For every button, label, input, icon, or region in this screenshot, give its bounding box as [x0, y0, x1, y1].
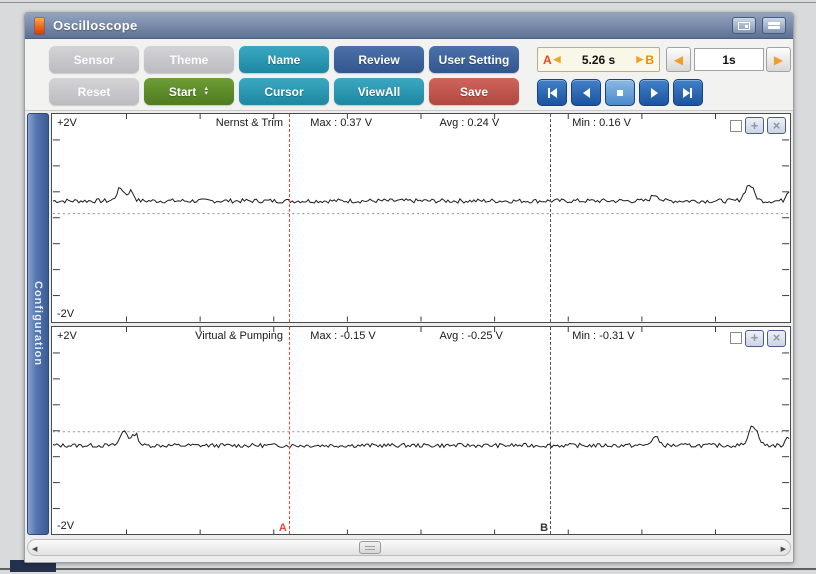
cursor-a-label: A	[543, 53, 552, 67]
step-back-icon	[579, 86, 593, 100]
right-arrow-icon: ▶	[774, 53, 783, 67]
viewall-button[interactable]: ViewAll	[334, 78, 424, 105]
stop-button[interactable]	[605, 79, 635, 106]
scrollbar-track[interactable]	[27, 539, 791, 556]
scroll-right-icon[interactable]: ▶	[781, 545, 786, 553]
scrollbar-thumb[interactable]	[359, 541, 381, 554]
ab-time-value: 5.26 s	[563, 53, 635, 67]
cursor-a-left-arrow-icon[interactable]: ◀	[554, 54, 561, 65]
cursor-b-bottom-label: B	[540, 522, 548, 534]
skip-to-end-icon	[681, 86, 695, 100]
horizontal-scrollbar: ◀ ▶	[27, 538, 791, 560]
panel-close-button[interactable]: ×	[767, 117, 786, 134]
cursor-b-line[interactable]	[550, 114, 551, 322]
playback-controls	[537, 79, 703, 106]
skip-to-start-icon	[545, 86, 559, 100]
oscilloscope-window: Oscilloscope Sensor Theme Name Review Us…	[24, 12, 794, 563]
ab-cursor-time-field: A ◀ 5.26 s ▶ B	[537, 47, 660, 72]
panel-controls: + ×	[730, 330, 786, 347]
screen-top-divider	[0, 2, 816, 3]
display-mode-icon	[738, 22, 750, 30]
skip-to-end-button[interactable]	[673, 79, 703, 106]
plus-icon: +	[751, 330, 759, 345]
stop-icon	[613, 86, 627, 100]
cursor-a-line[interactable]	[289, 114, 290, 322]
title-bar: Oscilloscope	[25, 13, 793, 39]
cursor-b-right-arrow-icon[interactable]: ▶	[636, 54, 643, 65]
skip-to-start-button[interactable]	[537, 79, 567, 106]
scroll-left-icon[interactable]: ◀	[32, 545, 37, 553]
sensor-button[interactable]: Sensor	[49, 46, 139, 73]
chart-stack: +2V Nernst & Trim Max : 0.37 V Avg : 0.2…	[51, 113, 791, 535]
timebase-decrease-button[interactable]: ◀	[666, 47, 691, 72]
configuration-tab[interactable]: Configuration	[27, 113, 49, 535]
panel-close-button[interactable]: ×	[767, 330, 786, 347]
scale-bottom-label: -2V	[57, 308, 74, 320]
start-spinner-icon: ▲▼	[203, 87, 209, 97]
play-button[interactable]	[639, 79, 669, 106]
panel-controls: + ×	[730, 117, 786, 134]
reset-button[interactable]: Reset	[49, 78, 139, 105]
panel-plus-button[interactable]: +	[745, 330, 764, 347]
channel-panel-virtual-pumping: +2V Virtual & Pumping Max : -0.15 V Avg …	[51, 326, 791, 536]
save-button[interactable]: Save	[429, 78, 519, 105]
cursor-b-line[interactable]	[550, 327, 551, 535]
cursor-a-line[interactable]	[289, 327, 290, 535]
review-button[interactable]: Review	[334, 46, 424, 73]
cursor-button[interactable]: Cursor	[239, 78, 329, 105]
screen-bottom-divider	[0, 568, 816, 570]
scale-bottom-label: -2V	[57, 520, 74, 532]
restore-icon	[768, 22, 780, 29]
start-button[interactable]: Start ▲▼	[144, 78, 234, 105]
user-setting-button[interactable]: User Setting	[429, 46, 519, 73]
display-mode-button[interactable]	[732, 17, 756, 34]
panel-plus-button[interactable]: +	[745, 117, 764, 134]
restore-button[interactable]	[762, 17, 786, 34]
play-icon	[647, 86, 661, 100]
app-icon	[35, 18, 44, 34]
left-arrow-icon: ◀	[674, 53, 683, 67]
channel-panel-nernst-trim: +2V Nernst & Trim Max : 0.37 V Avg : 0.2…	[51, 113, 791, 323]
timebase-field[interactable]: 1s	[694, 48, 764, 71]
panel-select-checkbox[interactable]	[730, 120, 742, 132]
cursor-a-bottom-label: A	[279, 522, 287, 534]
panel-select-checkbox[interactable]	[730, 332, 742, 344]
waveform-chart	[52, 114, 790, 322]
name-button[interactable]: Name	[239, 46, 329, 73]
close-icon: ×	[773, 118, 781, 133]
plus-icon: +	[751, 118, 759, 133]
toolbar: Sensor Theme Name Review User Setting Re…	[25, 39, 793, 111]
step-back-button[interactable]	[571, 79, 601, 106]
theme-button[interactable]: Theme	[144, 46, 234, 73]
cursor-b-label: B	[645, 53, 654, 67]
start-button-label: Start	[169, 85, 196, 99]
window-title: Oscilloscope	[53, 18, 138, 33]
close-icon: ×	[773, 330, 781, 345]
main-area: Configuration +2V Nernst & Trim Max : 0.…	[25, 111, 793, 535]
waveform-chart	[52, 327, 790, 535]
configuration-tab-label: Configuration	[32, 281, 44, 366]
timebase-increase-button[interactable]: ▶	[766, 47, 791, 72]
